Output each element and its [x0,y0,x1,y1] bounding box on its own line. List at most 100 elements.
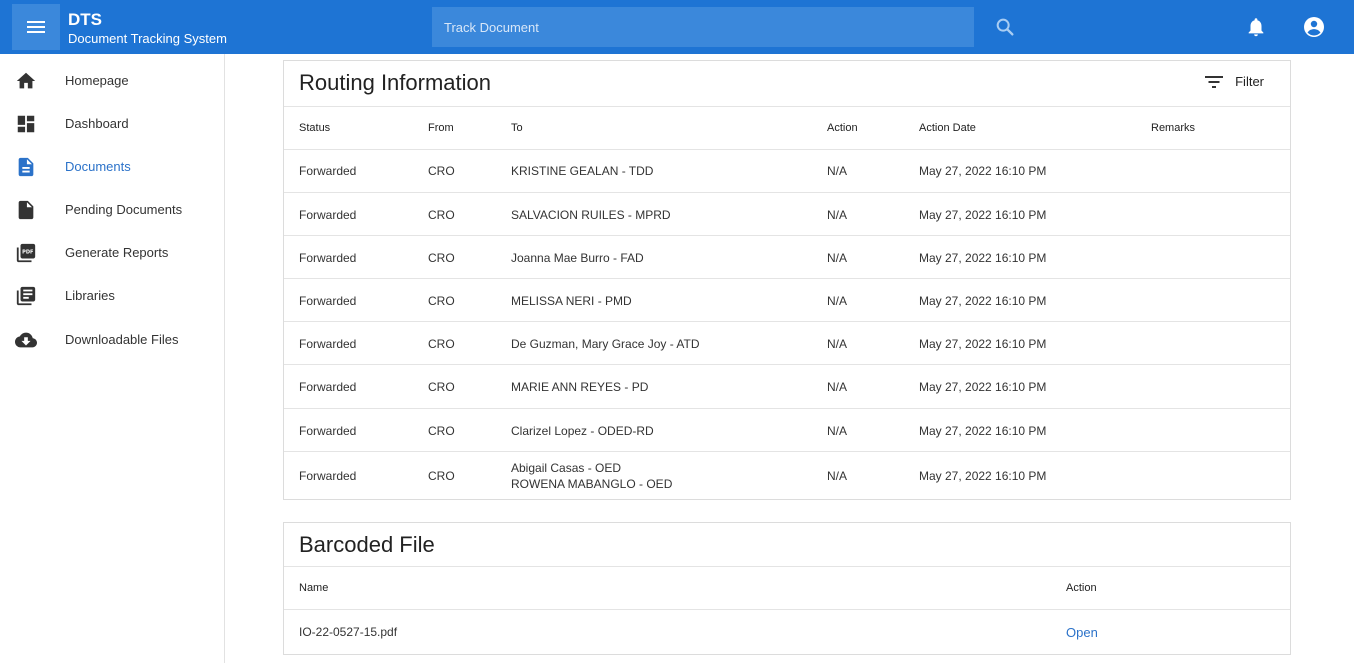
barcoded-file-card: Barcoded File Name Action IO-22-0527-15.… [283,522,1291,655]
filter-label: Filter [1235,74,1264,89]
menu-button[interactable] [12,4,60,50]
library-icon [16,286,36,306]
status-cell: Forwarded [299,251,357,265]
sidebar-item-label: Libraries [65,288,115,303]
to-cell: MELISSA NERI - PMD [511,294,632,308]
table-header-row: Name Action [284,566,1290,610]
table-header-row: Status From To Action Action Date Remark… [284,106,1290,150]
action-cell: N/A [827,164,848,178]
action-date-cell: May 27, 2022 16:10 PM [919,380,1047,394]
home-icon [16,72,36,89]
from-cell: CRO [428,208,455,222]
filter-button[interactable]: Filter [1205,74,1264,89]
table-row: IO-22-0527-15.pdf Open [284,609,1290,654]
action-cell: N/A [827,424,848,438]
from-cell: CRO [428,294,455,308]
sidebar-item-label: Homepage [65,73,129,88]
to-cell: Joanna Mae Burro - FAD [511,251,644,265]
from-cell: CRO [428,251,455,265]
table-row: Forwarded CRO Joanna Mae Burro - FAD N/A… [284,235,1290,279]
sidebar-item-label: Downloadable Files [65,332,179,347]
sidebar-item-generate-reports[interactable]: PDF Generate Reports [0,235,224,271]
column-header-remarks: Remarks [1151,122,1196,134]
action-date-cell: May 27, 2022 16:10 PM [919,337,1047,351]
table-row: Forwarded CRO Abigail Casas - OED ROWENA… [284,451,1290,499]
app-header: DTS Document Tracking System [0,0,1354,54]
account-circle-icon[interactable] [1302,15,1326,39]
table-row: Forwarded CRO Clarizel Lopez - ODED-RD N… [284,408,1290,451]
from-cell: CRO [428,337,455,351]
status-cell: Forwarded [299,337,357,351]
from-cell: CRO [428,380,455,394]
hamburger-menu-icon [27,21,45,33]
action-date-cell: May 27, 2022 16:10 PM [919,164,1047,178]
status-cell: Forwarded [299,469,357,483]
sidebar-item-dashboard[interactable]: Dashboard [0,106,224,142]
table-row: Forwarded CRO MARIE ANN REYES - PD N/A M… [284,364,1290,408]
bell-icon[interactable] [1245,15,1267,39]
sidebar-item-pending-documents[interactable]: Pending Documents [0,192,224,228]
column-header-to: To [511,122,523,134]
sidebar-item-downloadable-files[interactable]: Downloadable Files [0,322,224,358]
column-header-name: Name [299,582,329,594]
action-cell: N/A [827,251,848,265]
from-cell: CRO [428,424,455,438]
status-cell: Forwarded [299,294,357,308]
status-cell: Forwarded [299,380,357,394]
sidebar-item-documents[interactable]: Documents [0,149,224,185]
sidebar-item-label: Documents [65,159,131,174]
from-cell: CRO [428,469,455,483]
to-cell: Abigail Casas - OED [511,461,622,475]
file-name-cell: IO-22-0527-15.pdf [299,625,398,639]
column-header-status: Status [299,122,331,134]
brand: DTS Document Tracking System [68,10,227,47]
table-row: Forwarded CRO KRISTINE GEALAN - TDD N/A … [284,149,1290,192]
to-cell: Clarizel Lopez - ODED-RD [511,424,654,438]
to-cell: KRISTINE GEALAN - TDD [511,164,654,178]
action-cell: N/A [827,337,848,351]
cloud-download-icon [15,332,37,348]
sidebar: Homepage Dashboard Documents Pending Doc… [0,54,225,663]
open-file-link[interactable]: Open [1066,625,1098,640]
from-cell: CRO [428,164,455,178]
barcoded-title: Barcoded File [299,532,435,557]
column-header-action-date: Action Date [919,122,976,134]
to-cell: De Guzman, Mary Grace Joy - ATD [511,337,700,351]
action-cell: N/A [827,294,848,308]
action-cell: N/A [827,208,848,222]
to-cell: ROWENA MABANGLO - OED [511,477,673,491]
table-row: Forwarded CRO SALVACION RUILES - MPRD N/… [284,192,1290,236]
filter-icon [1205,75,1224,88]
status-cell: Forwarded [299,164,357,178]
pdf-icon: PDF [16,243,36,263]
action-date-cell: May 27, 2022 16:10 PM [919,208,1047,222]
sidebar-item-libraries[interactable]: Libraries [0,278,224,314]
column-header-from: From [428,122,454,134]
app-subtitle: Document Tracking System [68,31,227,46]
to-cell: SALVACION RUILES - MPRD [511,208,671,222]
sidebar-item-label: Pending Documents [65,202,183,217]
status-cell: Forwarded [299,424,357,438]
status-cell: Forwarded [299,208,357,222]
svg-text:PDF: PDF [22,249,34,255]
table-row: Forwarded CRO MELISSA NERI - PMD N/A May… [284,278,1290,322]
action-date-cell: May 27, 2022 16:10 PM [919,251,1047,265]
action-date-cell: May 27, 2022 16:10 PM [919,294,1047,308]
table-row: Forwarded CRO De Guzman, Mary Grace Joy … [284,321,1290,365]
action-cell: N/A [827,469,848,483]
track-document-input[interactable] [432,7,974,47]
routing-title: Routing Information [299,70,491,95]
sidebar-item-label: Dashboard [65,116,129,131]
sidebar-item-homepage[interactable]: Homepage [0,63,224,99]
routing-information-card: Routing Information Filter Status From T… [283,60,1291,500]
document-icon [18,157,34,177]
to-cell: MARIE ANN REYES - PD [511,380,649,394]
app-name: DTS [68,10,102,29]
sidebar-item-label: Generate Reports [65,245,169,260]
file-icon [18,200,34,220]
search-icon[interactable] [994,16,1016,38]
column-header-action: Action [1066,582,1097,594]
action-cell: N/A [827,380,848,394]
dashboard-icon [17,115,35,133]
action-date-cell: May 27, 2022 16:10 PM [919,424,1047,438]
